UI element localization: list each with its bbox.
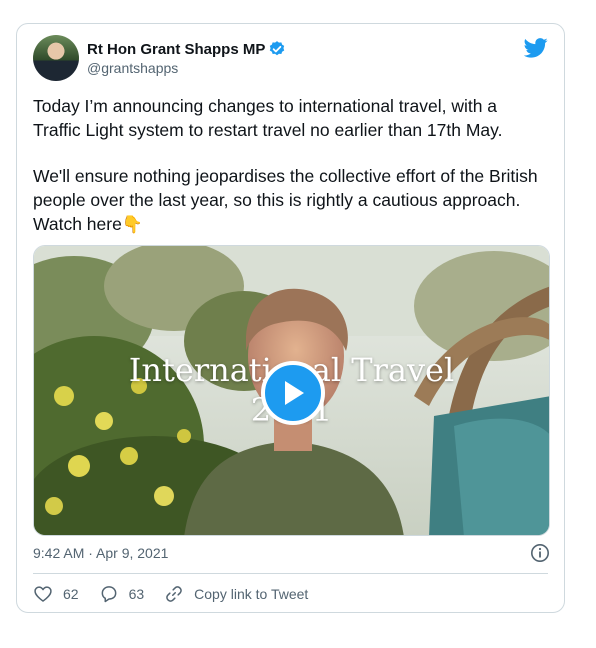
reply-bubble-icon — [101, 586, 116, 603]
tweet-actions: 62 63 Copy link to Tweet — [33, 584, 328, 604]
reply-button[interactable]: 63 — [99, 584, 145, 604]
avatar[interactable] — [33, 35, 79, 81]
tweet-timestamp[interactable]: 9:42 AM · Apr 9, 2021 — [33, 545, 168, 561]
tweet-paragraph: We'll ensure nothing jeopardises the col… — [33, 164, 548, 237]
divider — [33, 573, 548, 574]
copy-link-button[interactable]: Copy link to Tweet — [164, 584, 308, 604]
like-button[interactable]: 62 — [33, 584, 79, 604]
tweet-paragraph: Today I’m announcing changes to internat… — [33, 96, 503, 140]
author-handle[interactable]: @grantshapps — [87, 60, 178, 76]
heart-icon — [34, 586, 52, 602]
like-count: 62 — [63, 586, 79, 602]
play-icon — [285, 381, 304, 405]
author-display-name[interactable]: Rt Hon Grant Shapps MP — [87, 41, 265, 58]
tweet-card[interactable]: Rt Hon Grant Shapps MP @grantshapps Toda… — [16, 23, 565, 613]
point-down-emoji: 👇 — [121, 215, 144, 234]
video-player[interactable]: International Travel 2021 — [33, 245, 550, 536]
author-name-row[interactable]: Rt Hon Grant Shapps MP — [87, 40, 286, 58]
link-icon — [166, 586, 182, 602]
info-icon[interactable] — [530, 543, 550, 563]
verified-badge-icon — [268, 40, 286, 58]
copy-link-label: Copy link to Tweet — [194, 586, 309, 602]
twitter-bird-icon[interactable] — [524, 37, 548, 59]
tweet-paragraph-text: We'll ensure nothing jeopardises the col… — [33, 166, 538, 234]
tweet-text: Today I’m announcing changes to internat… — [33, 94, 548, 259]
play-button[interactable] — [261, 361, 325, 425]
reply-count: 63 — [128, 586, 145, 602]
